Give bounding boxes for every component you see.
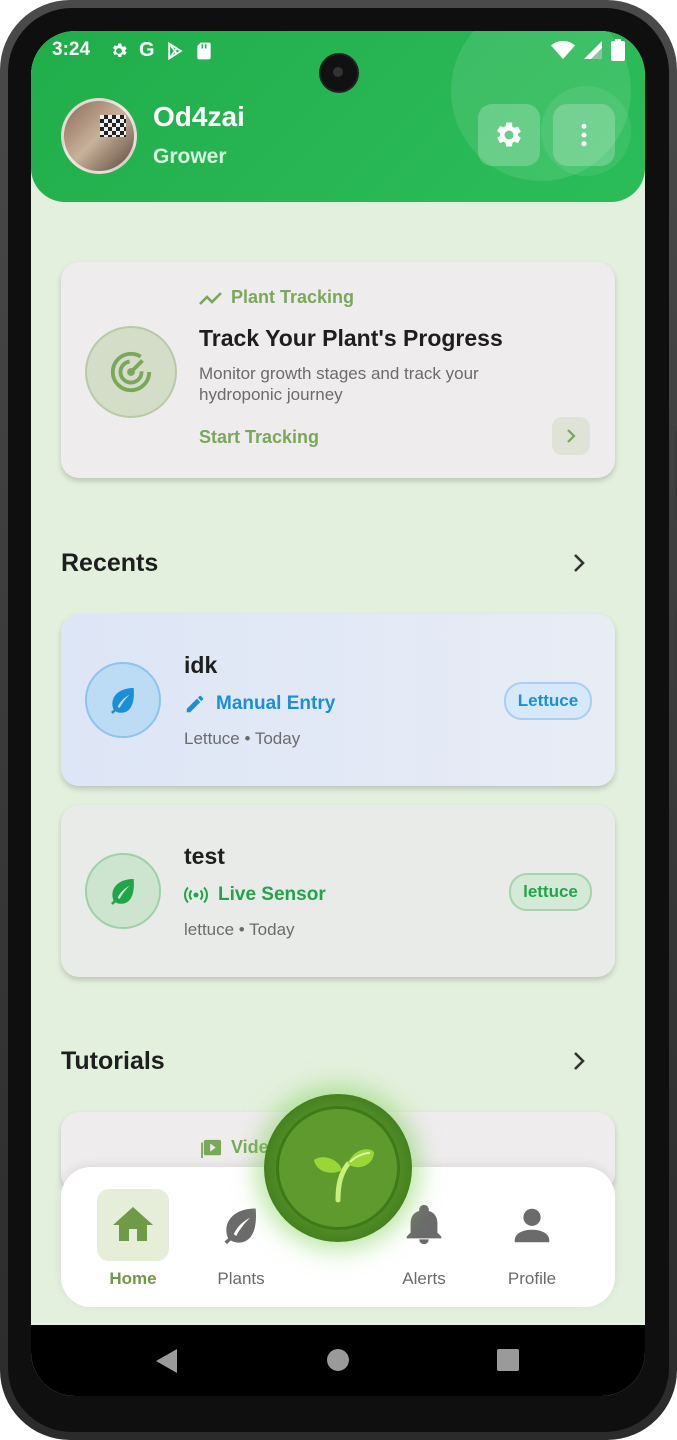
tutorial-tag-label: Vide xyxy=(231,1137,269,1157)
recents-square-icon[interactable] xyxy=(496,1348,520,1372)
recent-item-icon-circle xyxy=(85,853,161,929)
sensor-icon xyxy=(184,886,208,904)
tutorials-title: Tutorials xyxy=(61,1047,165,1075)
username: Od4zai xyxy=(153,101,245,132)
start-tracking-link[interactable]: Start Tracking xyxy=(199,427,319,448)
add-plant-fab[interactable] xyxy=(264,1094,412,1242)
plant-tracking-card[interactable]: Plant Tracking Track Your Plant's Progre… xyxy=(61,262,615,478)
recent-item-name: test xyxy=(184,843,225,869)
settings-icon xyxy=(497,122,521,147)
signal-icon xyxy=(584,41,602,59)
status-time: 3:24 xyxy=(52,39,91,60)
chevron-right-icon xyxy=(567,429,576,443)
nav-profile-icon-bg xyxy=(496,1189,568,1261)
nav-home-icon-bg xyxy=(97,1189,169,1261)
screen: Od4zai Grower 3:24 G Plant Tracking Trac… xyxy=(31,31,645,1396)
tracking-tag: Plant Tracking xyxy=(199,287,354,308)
leaf-icon xyxy=(111,688,134,714)
trending-up-icon xyxy=(199,291,222,305)
wifi-icon xyxy=(551,41,575,59)
play-store-icon xyxy=(167,41,183,60)
recent-item-source: Manual Entry xyxy=(184,693,335,715)
user-role: Grower xyxy=(153,145,227,168)
recent-item-source: Live Sensor xyxy=(184,884,326,906)
tutorials-chevron-right-icon[interactable] xyxy=(567,1049,591,1073)
recents-title: Recents xyxy=(61,549,159,577)
nav-home[interactable]: Home xyxy=(88,1189,178,1289)
leaf-icon xyxy=(111,879,134,905)
radar-icon xyxy=(110,351,152,393)
tracking-description: Monitor growth stages and track your hyd… xyxy=(199,364,479,404)
nav-profile-label: Profile xyxy=(507,1269,557,1288)
pencil-icon xyxy=(186,695,204,713)
system-nav-bar xyxy=(31,1325,645,1396)
avatar[interactable] xyxy=(61,98,137,174)
recent-item-icon-circle xyxy=(85,662,161,738)
recent-item-source-label: Manual Entry xyxy=(216,693,336,714)
more-options-button[interactable] xyxy=(553,104,615,166)
front-camera xyxy=(319,53,359,93)
nav-home-label: Home xyxy=(109,1269,157,1288)
nav-alerts-label: Alerts xyxy=(402,1269,446,1288)
nav-plants-icon-bg xyxy=(205,1189,277,1261)
avatar-photo-detail xyxy=(100,115,126,137)
phone-frame: Od4zai Grower 3:24 G Plant Tracking Trac… xyxy=(0,0,677,1440)
recent-item-source-label: Live Sensor xyxy=(218,884,326,905)
battery-icon xyxy=(611,39,625,61)
start-tracking-button[interactable] xyxy=(552,417,590,455)
sprout-icon xyxy=(314,1149,374,1203)
tracking-icon-circle xyxy=(85,326,177,418)
tutorial-tag: Vide xyxy=(201,1137,269,1158)
nav-plants-label: Plants xyxy=(217,1269,265,1288)
recent-item-meta: Lettuce • Today xyxy=(184,729,301,748)
home-icon xyxy=(113,1207,153,1241)
bell-icon xyxy=(406,1204,442,1245)
tracking-tag-label: Plant Tracking xyxy=(231,287,355,307)
more-vert-icon xyxy=(581,123,587,147)
recent-item[interactable]: idk Manual Entry Lettuce • Today Lettuce xyxy=(61,614,615,786)
recent-item-badge: Lettuce xyxy=(504,682,592,720)
google-icon: G xyxy=(139,39,155,61)
recent-item-meta: lettuce • Today xyxy=(184,920,295,939)
back-icon[interactable] xyxy=(155,1348,179,1374)
settings-icon xyxy=(112,43,127,57)
person-icon xyxy=(514,1208,550,1243)
nav-profile[interactable]: Profile xyxy=(487,1189,577,1289)
home-circle-icon[interactable] xyxy=(326,1348,350,1372)
recent-item-badge: lettuce xyxy=(509,873,592,911)
fab-inner-circle xyxy=(276,1106,400,1230)
settings-button[interactable] xyxy=(478,104,540,166)
tracking-title: Track Your Plant's Progress xyxy=(199,325,503,351)
video-library-icon xyxy=(201,1139,222,1158)
recent-item-name: idk xyxy=(184,652,218,678)
recents-chevron-right-icon[interactable] xyxy=(567,551,591,575)
sd-card-icon xyxy=(196,42,211,59)
recent-item[interactable]: test Live Sensor lettuce • Today lettuce xyxy=(61,805,615,977)
leaf-icon xyxy=(224,1208,257,1245)
